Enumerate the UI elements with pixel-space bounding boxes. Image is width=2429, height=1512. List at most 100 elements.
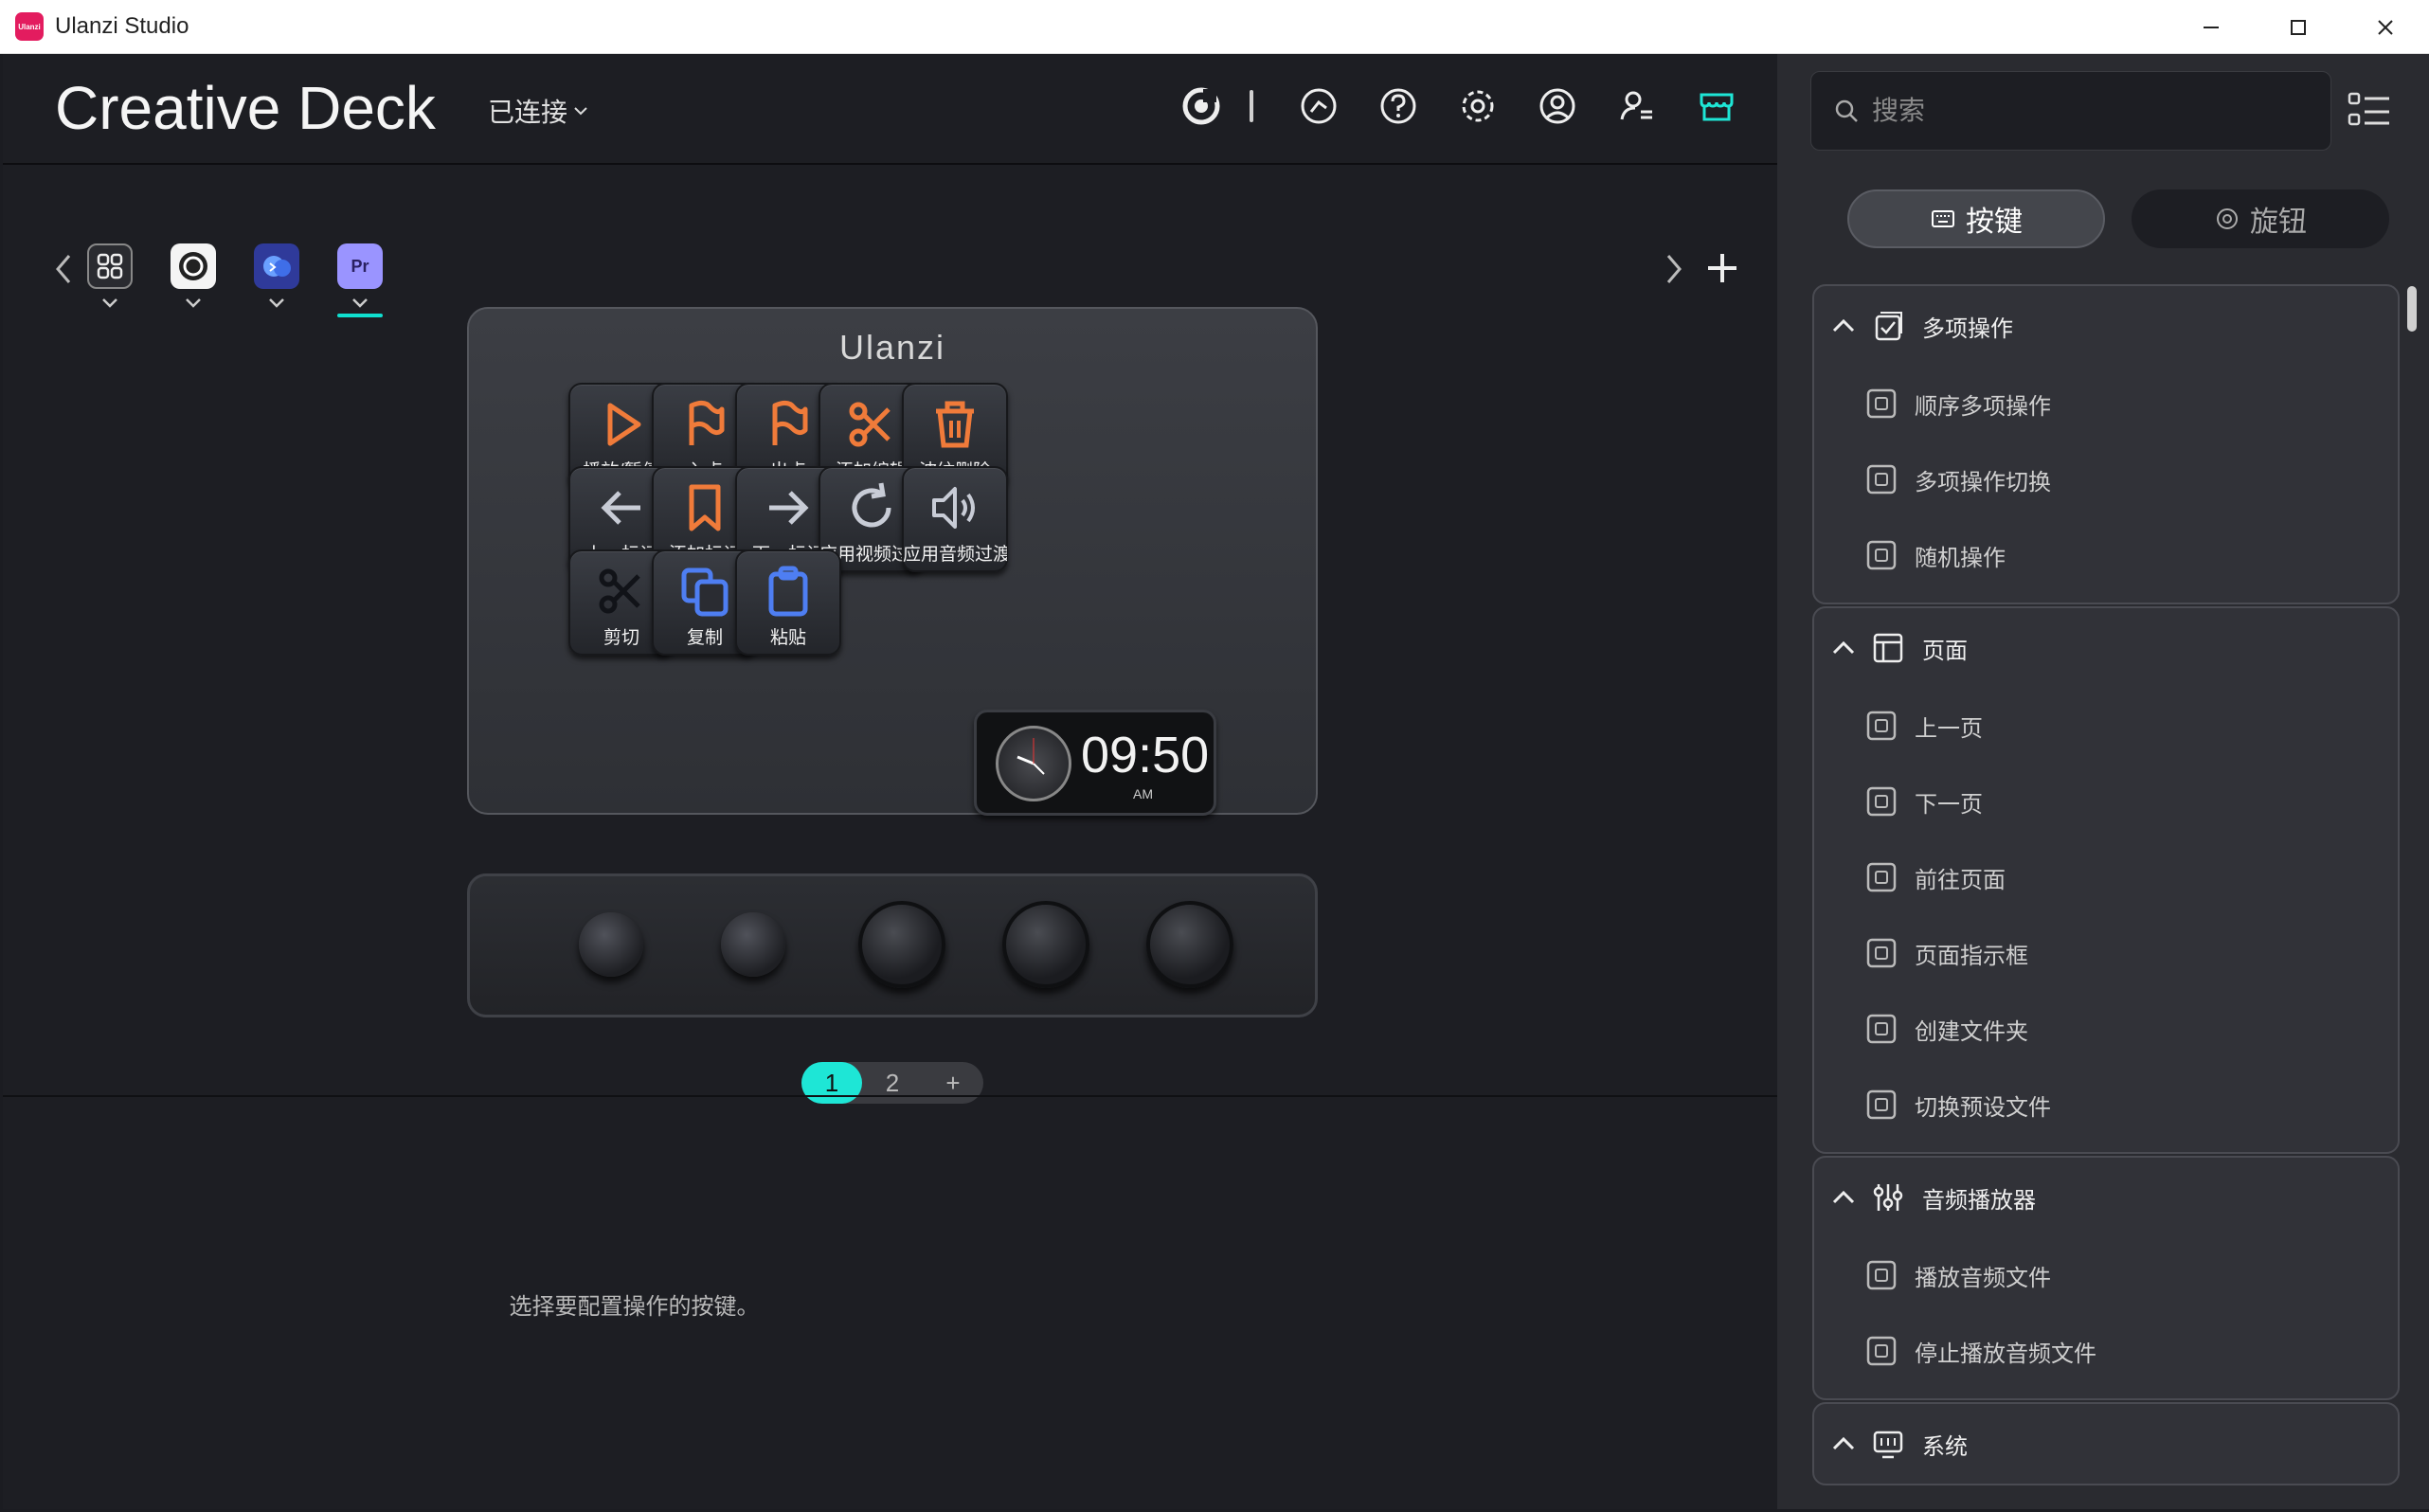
list-view-icon[interactable] <box>2346 88 2393 132</box>
profile-tab-premiere[interactable]: Pr <box>333 243 387 338</box>
action-group: 音频播放器 播放音频文件 停止播放音频文件 <box>1812 1156 2400 1400</box>
title-bar: Ulanzi Ulanzi Studio <box>0 0 2429 54</box>
chevron-up-icon <box>1832 318 1855 333</box>
group-header[interactable]: 音频播放器 <box>1814 1158 2398 1237</box>
page-1-button[interactable]: 1 <box>801 1062 862 1104</box>
deck-brand: Ulanzi <box>838 328 946 367</box>
help-button[interactable] <box>1375 82 1422 130</box>
arrow-left-icon <box>601 491 640 525</box>
action-item[interactable]: 上一页 <box>1814 688 2398 764</box>
add-page-button[interactable]: + <box>923 1062 983 1104</box>
group-title: 系统 <box>1922 1433 1968 1460</box>
chevron-down-icon <box>269 298 284 308</box>
community-button[interactable] <box>1613 82 1661 130</box>
group-title: 音频播放器 <box>1922 1187 2036 1214</box>
close-icon <box>2378 19 2393 35</box>
store-icon <box>1700 93 1734 121</box>
tab-knobs-label: 旋钮 <box>2250 207 2307 238</box>
help-icon <box>1380 88 1416 124</box>
action-item[interactable]: 页面指示框 <box>1814 915 2398 991</box>
chevron-up-icon <box>1832 1436 1855 1450</box>
minimize-icon <box>2204 26 2219 28</box>
action-icon <box>1866 388 1897 419</box>
plus-icon[interactable] <box>1699 244 1746 292</box>
store-button[interactable] <box>1693 82 1740 130</box>
profile-tab-streamdeck[interactable] <box>250 243 303 338</box>
header-bar: Creative Deck 已连接 <box>3 54 1777 165</box>
action-item[interactable]: 多项操作切换 <box>1814 441 2398 517</box>
action-label: 前往页面 <box>1915 867 2006 893</box>
maximize-icon <box>2291 19 2306 35</box>
action-item[interactable]: 随机操作 <box>1814 517 2398 593</box>
header-separator <box>1250 90 1253 122</box>
chevron-right-icon[interactable] <box>1659 250 1687 288</box>
chevron-left-icon[interactable] <box>50 250 79 288</box>
action-group: 页面 上一页 下一页 前往页面 页面指示框 创建文件夹 切换预设文件 <box>1812 606 2400 1154</box>
minimize-button[interactable] <box>2168 0 2255 54</box>
keyboard-icon <box>1932 210 1954 227</box>
action-item[interactable]: 停止播放音频文件 <box>1814 1313 2398 1389</box>
tab-keys[interactable]: 按键 <box>1847 189 2105 248</box>
search-box[interactable] <box>1810 71 2331 151</box>
action-icon <box>1866 862 1897 892</box>
knob-dial-1[interactable] <box>858 901 945 988</box>
grid-icon <box>87 243 133 289</box>
theme-button[interactable] <box>1295 82 1342 130</box>
close-button[interactable] <box>2342 0 2429 54</box>
tab-keys-label: 按键 <box>1966 207 2023 238</box>
clock-ampm: AM <box>1133 786 1153 801</box>
account-button[interactable] <box>1534 82 1581 130</box>
page-pager: 1 2 + <box>801 1062 983 1104</box>
knob-button-2[interactable] <box>721 912 785 977</box>
action-item[interactable]: 顺序多项操作 <box>1814 366 2398 441</box>
action-item[interactable]: 播放音频文件 <box>1814 1237 2398 1313</box>
action-label: 上一页 <box>1915 715 1983 742</box>
action-icon <box>1866 786 1897 817</box>
knob-button-1[interactable] <box>579 912 643 977</box>
search-icon <box>1835 99 1858 122</box>
ulanzi-logo-button[interactable] <box>1178 82 1225 130</box>
settings-button[interactable] <box>1454 82 1502 130</box>
action-item[interactable]: 下一页 <box>1814 764 2398 839</box>
knob-dial-3[interactable] <box>1146 901 1233 988</box>
action-icon <box>1866 938 1897 968</box>
cloud-terminal-icon <box>254 243 299 289</box>
deck-key-10[interactable]: 应用音频过渡 <box>902 466 1008 572</box>
panel-divider <box>3 1095 1777 1097</box>
tab-knobs[interactable]: 旋钮 <box>2132 189 2389 248</box>
group-header[interactable]: 系统 <box>1814 1404 2398 1484</box>
action-icon <box>1866 1336 1897 1366</box>
sidebar-scrollbar[interactable] <box>2407 286 2417 332</box>
group-header[interactable]: 页面 <box>1814 608 2398 688</box>
chevron-down-icon <box>186 298 201 308</box>
scissors-icon <box>849 402 891 447</box>
action-item[interactable]: 切换预设文件 <box>1814 1067 2398 1143</box>
arrow-right-icon <box>769 491 809 525</box>
chevron-down-icon <box>102 298 117 308</box>
profile-tab-obs[interactable] <box>167 243 220 338</box>
action-item[interactable]: 前往页面 <box>1814 839 2398 915</box>
maximize-button[interactable] <box>2255 0 2342 54</box>
chevron-up-icon <box>1832 1190 1855 1204</box>
search-input[interactable] <box>1872 96 2298 126</box>
flag-icon <box>772 400 808 445</box>
knob-dial-2[interactable] <box>1002 901 1089 988</box>
deck-key-13[interactable]: 粘贴 <box>735 549 841 656</box>
group-header[interactable]: 多项操作 <box>1814 286 2398 366</box>
page-2-button[interactable]: 2 <box>862 1062 923 1104</box>
obs-icon <box>171 243 216 289</box>
monitor-icon <box>1873 1431 1903 1459</box>
clock-key[interactable]: 09:50 AM <box>974 710 1216 816</box>
connection-status-label: 已连接 <box>488 98 568 127</box>
clock-time: 09:50 <box>1081 727 1210 783</box>
copy-icon <box>681 567 729 617</box>
knob-strip <box>467 873 1318 1017</box>
main-panel: Creative Deck 已连接 Pr Ulanzi 应用视频过渡 应用音频过… <box>3 54 1777 1509</box>
connection-dropdown[interactable]: 已连接 <box>488 92 590 130</box>
action-icon <box>1866 711 1897 741</box>
profile-tab-home[interactable] <box>83 243 136 338</box>
action-item[interactable]: 创建文件夹 <box>1814 991 2398 1067</box>
action-label: 多项操作切换 <box>1915 469 2051 495</box>
action-groups: 多项操作 顺序多项操作 多项操作切换 随机操作 页面 上一页 下一页 前往页面 … <box>1812 284 2400 1509</box>
clipboard-icon <box>768 566 808 617</box>
